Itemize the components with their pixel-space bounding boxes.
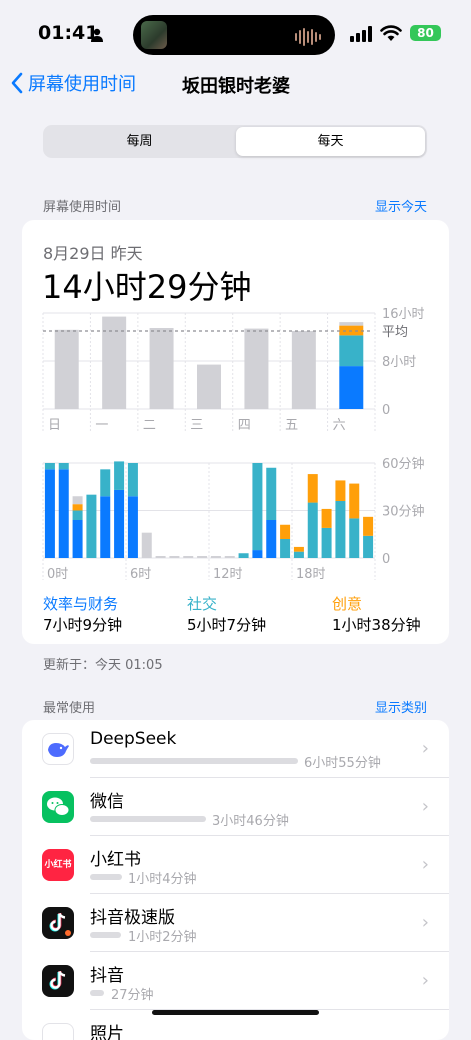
back-label: 屏幕使用时间 xyxy=(28,74,136,95)
now-playing-avatar xyxy=(141,21,167,49)
home-indicator xyxy=(152,1010,319,1015)
chevron-right-icon: › xyxy=(421,912,429,933)
signal-icon xyxy=(350,26,374,46)
app-name: 小红书 xyxy=(90,850,141,870)
wifi-icon xyxy=(380,25,402,46)
app-name: 抖音极速版 xyxy=(90,908,175,928)
douyin-icon xyxy=(42,965,74,997)
show-today-link[interactable]: 显示今天 xyxy=(375,196,427,215)
app-name: 抖音 xyxy=(90,966,124,986)
chevron-right-icon: › xyxy=(421,854,429,875)
summary-date: 8月29日 昨天 xyxy=(43,244,143,263)
chevron-right-icon: › xyxy=(421,738,429,759)
section-header-screen-time: 屏幕使用时间 xyxy=(43,200,122,215)
app-name: 照片 xyxy=(90,1024,124,1040)
app-name: 微信 xyxy=(90,792,124,812)
app-row-xiaohongshu[interactable]: 小红书 小红书 1小时4分钟 › xyxy=(22,836,449,894)
dynamic-island[interactable] xyxy=(133,15,335,55)
section-header-most-used: 最常使用 xyxy=(43,701,96,716)
chevron-right-icon: › xyxy=(421,796,429,817)
updated-time: 更新于：今天 01:05 xyxy=(43,658,163,673)
app-row-deepseek[interactable]: DeepSeek 6小时55分钟 › xyxy=(22,720,449,778)
app-row-douyin[interactable]: 抖音 27分钟 › xyxy=(22,952,449,1010)
chevron-right-icon: › xyxy=(421,970,429,991)
category-productivity-label: 效率与财务 xyxy=(43,595,119,613)
app-name: DeepSeek xyxy=(90,729,177,749)
usage-bar xyxy=(90,874,122,880)
total-usage: 14小时29分钟 xyxy=(42,268,252,306)
chevron-left-icon xyxy=(11,72,23,94)
person-icon xyxy=(90,27,104,42)
usage-time: 27分钟 xyxy=(111,988,154,1003)
category-creativity-value: 1小时38分钟 xyxy=(332,616,421,634)
segment-daily[interactable]: 每天 xyxy=(236,127,425,156)
audio-wave-icon xyxy=(295,28,321,46)
usage-time: 3小时46分钟 xyxy=(212,814,289,829)
xiaohongshu-icon: 小红书 xyxy=(42,849,74,881)
back-button[interactable]: 屏幕使用时间 xyxy=(10,70,136,96)
app-row-wechat[interactable]: 微信 3小时46分钟 › xyxy=(22,778,449,836)
usage-bar xyxy=(90,758,298,764)
photos-icon xyxy=(42,1023,74,1040)
deepseek-icon xyxy=(42,733,74,765)
category-creativity-label: 创意 xyxy=(332,595,363,613)
app-row-douyin-lite[interactable]: 抖音极速版 1小时2分钟 › xyxy=(22,894,449,952)
usage-bar xyxy=(90,816,206,822)
usage-bar xyxy=(90,990,104,996)
category-productivity-value: 7小时9分钟 xyxy=(43,616,123,634)
app-list: DeepSeek 6小时55分钟 › 微信 3小时46分钟 › 小红书 小红书 … xyxy=(22,720,449,1040)
segmented-control: 每周 每天 xyxy=(43,125,427,158)
usage-time: 1小时4分钟 xyxy=(128,872,197,887)
segment-weekly[interactable]: 每周 xyxy=(45,127,234,156)
battery-icon: 80 xyxy=(410,25,441,41)
category-social-label: 社交 xyxy=(187,595,218,613)
usage-bar xyxy=(90,932,121,938)
category-social-value: 5小时7分钟 xyxy=(187,616,267,634)
douyin-lite-icon xyxy=(42,907,74,939)
usage-time: 6小时55分钟 xyxy=(304,756,381,771)
page-title: 坂田银时老婆 xyxy=(182,76,290,97)
usage-time: 1小时2分钟 xyxy=(128,930,197,945)
wechat-icon xyxy=(42,791,74,823)
show-categories-link[interactable]: 显示类别 xyxy=(375,697,427,716)
